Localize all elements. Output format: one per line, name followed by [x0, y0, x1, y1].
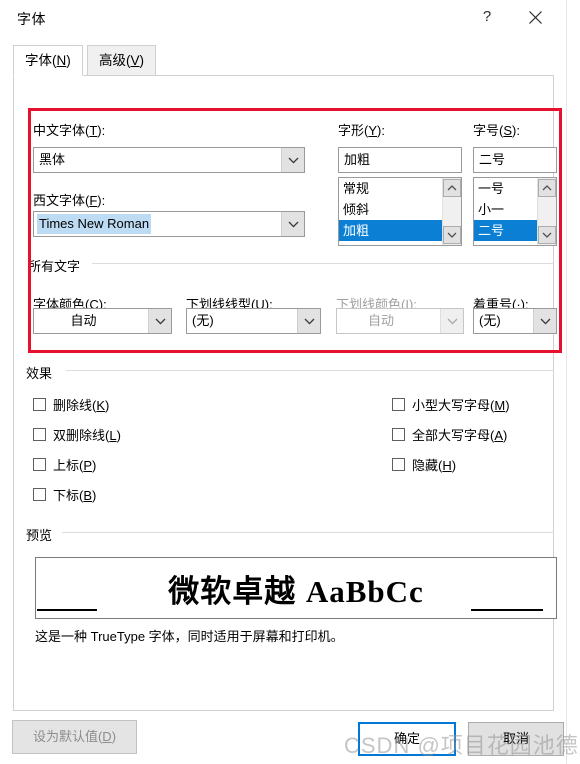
chevron-down-icon	[440, 309, 463, 333]
chinese-font-label: 中文字体(T):	[33, 123, 106, 138]
preview-sample-cjk: 微软卓越	[168, 574, 297, 609]
all-text-group-title: 所有文字	[28, 256, 87, 275]
scroll-down-icon[interactable]	[538, 226, 556, 244]
list-item[interactable]: 常规	[339, 178, 442, 199]
effects-group-title: 效果	[26, 363, 59, 382]
font-size-items: 一号 小一 二号	[474, 178, 537, 245]
checkbox-label: 下标(B)	[53, 488, 97, 503]
set-as-default-button[interactable]: 设为默认值(D)	[12, 720, 137, 754]
font-style-listbox[interactable]: 常规 倾斜 加粗	[338, 177, 462, 246]
checkbox-all-caps[interactable]: 全部大写字母(A)	[392, 425, 507, 444]
font-size-scrollbar[interactable]	[537, 178, 556, 245]
font-color-combo[interactable]: 自动	[33, 308, 172, 334]
set-as-default-label: 设为默认值(D)	[32, 729, 117, 744]
list-item[interactable]: 倾斜	[339, 199, 442, 220]
underline-style-combo[interactable]: (无)	[186, 308, 321, 334]
checkbox-superscript[interactable]: 上标(P)	[33, 455, 96, 474]
title-bar: 字体 ?	[0, 0, 567, 36]
ok-label: 确定	[393, 731, 420, 746]
close-button[interactable]	[513, 0, 557, 34]
chevron-down-icon[interactable]	[281, 148, 304, 172]
preview-sample-text: 微软卓越 AaBbCc	[36, 566, 556, 611]
font-style-label: 字形(Y):	[338, 123, 385, 138]
checkbox-box-icon[interactable]	[392, 458, 405, 471]
chevron-down-icon[interactable]	[533, 309, 556, 333]
list-item[interactable]: 二号	[474, 220, 537, 241]
checkbox-label: 上标(P)	[53, 458, 97, 473]
chevron-down-icon[interactable]	[297, 309, 320, 333]
checkbox-small-caps[interactable]: 小型大写字母(M)	[392, 395, 510, 414]
ok-button[interactable]: 确定	[358, 722, 456, 756]
close-icon	[528, 11, 542, 24]
checkbox-box-icon[interactable]	[33, 458, 46, 471]
checkbox-box-icon[interactable]	[392, 398, 405, 411]
western-font-value: Times New Roman	[37, 214, 152, 234]
font-style-scrollbar[interactable]	[442, 178, 461, 245]
checkbox-box-icon[interactable]	[392, 428, 405, 441]
tab-advanced-label: 高级(V)	[99, 53, 145, 68]
checkbox-box-icon[interactable]	[33, 398, 46, 411]
font-size-input[interactable]: 二号	[473, 147, 557, 173]
chinese-font-value: 黑体	[39, 152, 66, 167]
font-dialog: 字体 ? 字体(N) 高级(V) 中文字体(T): 黑体 西文字体(F): Ti…	[0, 0, 567, 764]
preview-sample-latin: AaBbCc	[305, 574, 424, 609]
dialog-right-edge	[566, 0, 580, 764]
cancel-label: 取消	[502, 731, 529, 746]
question-mark-icon: ?	[482, 8, 492, 25]
cancel-button[interactable]: 取消	[468, 722, 564, 756]
tab-font[interactable]: 字体(N)	[13, 45, 83, 76]
list-item[interactable]: 一号	[474, 178, 537, 199]
western-font-label: 西文字体(F):	[33, 193, 106, 208]
tab-advanced[interactable]: 高级(V)	[87, 45, 157, 76]
dialog-title: 字体	[17, 11, 46, 27]
font-color-value: 自动	[70, 313, 97, 328]
preview-note: 这是一种 TrueType 字体，同时适用于屏幕和打印机。	[35, 629, 344, 644]
checkbox-label: 删除线(K)	[53, 398, 110, 413]
scroll-down-icon[interactable]	[443, 226, 461, 244]
checkbox-label: 全部大写字母(A)	[412, 428, 508, 443]
tab-font-label: 字体(N)	[25, 53, 71, 68]
font-size-label: 字号(S):	[473, 123, 520, 138]
checkbox-box-icon[interactable]	[33, 488, 46, 501]
scroll-up-icon[interactable]	[443, 179, 461, 197]
help-button[interactable]: ?	[465, 0, 509, 34]
preview-group-title: 预览	[26, 525, 59, 544]
underline-style-value: (无)	[192, 313, 214, 328]
underline-color-combo: 自动	[336, 308, 464, 334]
list-item[interactable]: 加粗	[339, 220, 442, 241]
chevron-down-icon[interactable]	[148, 309, 171, 333]
emphasis-mark-value: (无)	[479, 313, 501, 328]
underline-color-value: 自动	[367, 313, 394, 328]
checkbox-label: 小型大写字母(M)	[412, 398, 510, 413]
checkbox-strikethrough[interactable]: 删除线(K)	[33, 395, 109, 414]
scroll-up-icon[interactable]	[538, 179, 556, 197]
checkbox-subscript[interactable]: 下标(B)	[33, 485, 96, 504]
checkbox-label: 隐藏(H)	[412, 458, 457, 473]
font-style-input[interactable]: 加粗	[338, 147, 462, 173]
preview-group-divider	[62, 532, 554, 533]
font-style-items: 常规 倾斜 加粗	[339, 178, 442, 245]
western-font-combo[interactable]: Times New Roman	[33, 211, 305, 237]
chinese-font-combo[interactable]: 黑体	[33, 147, 305, 173]
chevron-down-icon[interactable]	[281, 212, 304, 236]
font-size-listbox[interactable]: 一号 小一 二号	[473, 177, 557, 246]
checkbox-hidden[interactable]: 隐藏(H)	[392, 455, 456, 474]
font-preview-box: 微软卓越 AaBbCc	[35, 557, 557, 619]
all-text-group-divider	[92, 263, 554, 264]
checkbox-double-strikethrough[interactable]: 双删除线(L)	[33, 425, 121, 444]
checkbox-label: 双删除线(L)	[53, 428, 121, 443]
tab-strip: 字体(N) 高级(V)	[13, 45, 554, 76]
emphasis-mark-combo[interactable]: (无)	[473, 308, 557, 334]
effects-group-divider	[66, 370, 554, 371]
list-item[interactable]: 小一	[474, 199, 537, 220]
checkbox-box-icon[interactable]	[33, 428, 46, 441]
